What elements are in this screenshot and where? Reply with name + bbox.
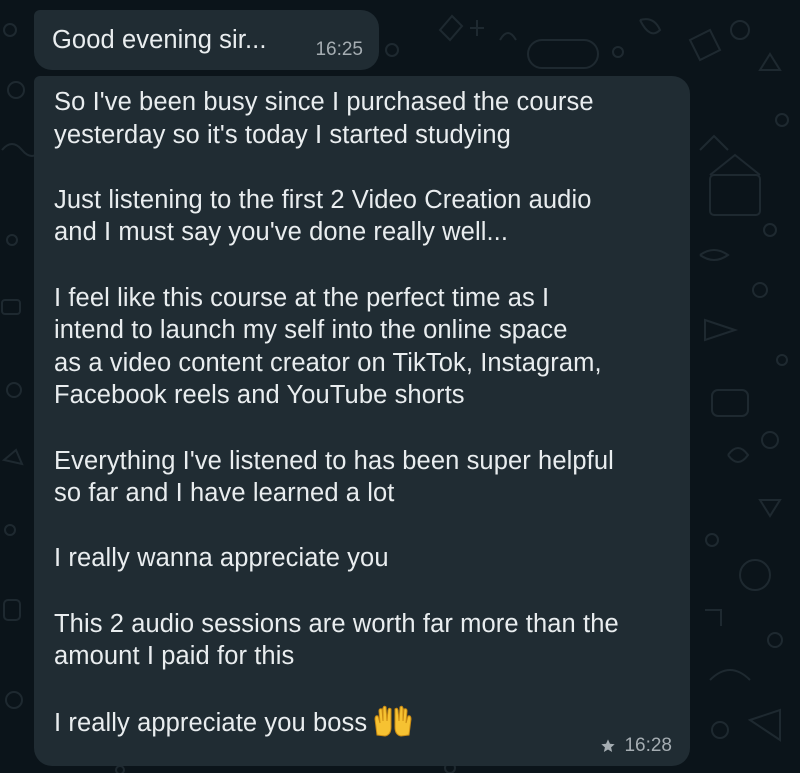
palms-up-together-emoji [374, 705, 412, 737]
timestamp: 16:25 [315, 39, 363, 60]
paragraph: I really appreciate you boss [54, 709, 368, 738]
message-bubble[interactable]: Good evening sir... 16:25 [34, 10, 379, 70]
paragraph: This 2 audio sessions are worth far more… [54, 609, 619, 671]
message-time: 16:28 [600, 736, 672, 756]
star-icon [601, 739, 616, 752]
chat-window[interactable]: Good evening sir... 16:25 So I've been b… [0, 0, 800, 773]
timestamp: 16:28 [624, 735, 672, 756]
paragraph: So I've been busy since I purchased the … [54, 88, 594, 149]
paragraph: Just listening to the first 2 Video Crea… [54, 185, 592, 247]
paragraph: I feel like this course at the perfect t… [54, 283, 602, 410]
paragraph: Everything I've listened to has been sup… [54, 446, 614, 508]
paragraph: I really wanna appreciate you [54, 544, 389, 573]
message-text: Good evening sir... [52, 26, 267, 54]
message-time: 16:25 [315, 40, 363, 60]
message-bubble[interactable]: So I've been busy since I purchased the … [34, 76, 690, 766]
message-text: So I've been busy since I purchased the … [54, 86, 684, 740]
